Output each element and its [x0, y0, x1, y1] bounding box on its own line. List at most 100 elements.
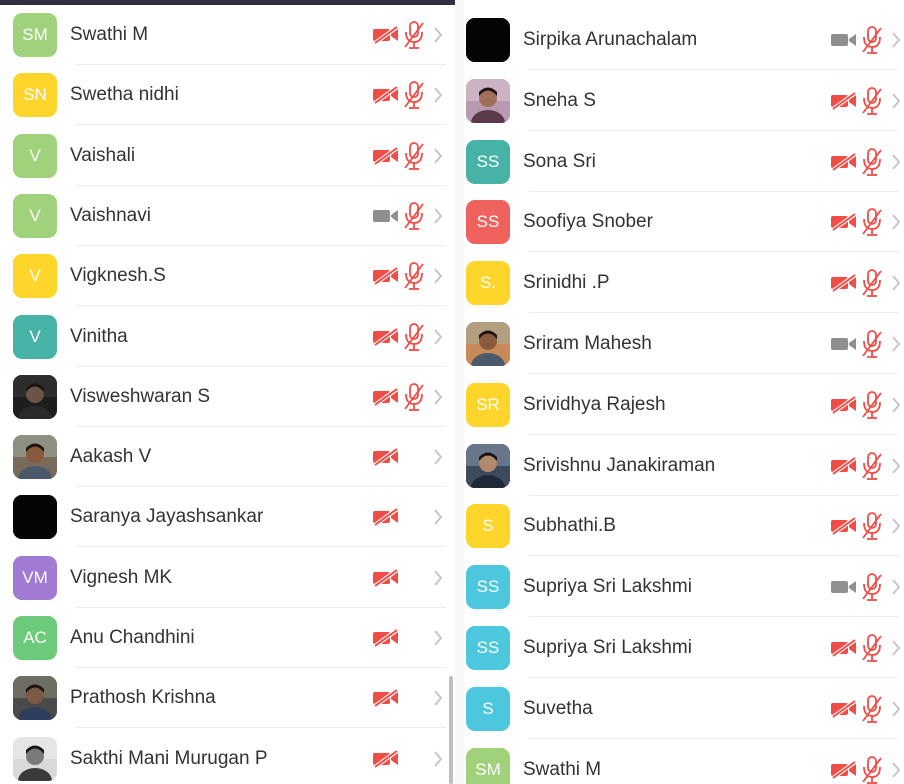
avatar-photo [13, 435, 57, 480]
chevron-right-icon[interactable] [433, 207, 443, 225]
participant-row-soofiya-snober[interactable]: SS Soofiya Snober [463, 192, 903, 253]
avatar-initials: S. [466, 261, 510, 306]
chevron-right-icon[interactable] [891, 396, 901, 414]
chevron-right-icon[interactable] [433, 86, 443, 104]
chevron-right-icon[interactable] [891, 761, 901, 779]
chevron-right-icon[interactable] [433, 448, 443, 466]
mic-muted-icon [403, 141, 425, 171]
mic-muted-icon [403, 20, 425, 50]
chevron-right-icon[interactable] [433, 147, 443, 165]
participant-row-anu-chandhini[interactable]: AC Anu Chandhini [10, 608, 450, 668]
participant-row-visweshwaran-s[interactable]: Visweshwaran S [10, 367, 450, 427]
participant-row-srinidhi-p[interactable]: S. Srinidhi .P [463, 253, 903, 314]
participant-name: Aakash V [70, 446, 152, 468]
chevron-right-icon[interactable] [891, 335, 901, 353]
mic-muted-icon [403, 322, 425, 352]
chevron-right-icon[interactable] [891, 578, 901, 596]
participant-name: Saranya Jayashsankar [70, 506, 264, 528]
participant-name: Anu Chandhini [70, 627, 195, 648]
participant-row-saranya-jayashsankar[interactable]: Saranya Jayashsankar [10, 487, 450, 548]
participant-row-swathi-m[interactable]: SM Swathi M [10, 5, 450, 65]
participant-row-supriya-sri-lakshmi[interactable]: SS Supriya Sri Lakshmi [463, 557, 903, 618]
participant-row-supriya-sri-lakshmi[interactable]: SS Supriya Sri Lakshmi [463, 618, 903, 678]
participant-name: Suvetha [523, 697, 593, 719]
video-off-icon [830, 151, 858, 172]
participant-row-vinitha[interactable]: V Vinitha [10, 307, 450, 367]
avatar-photo [13, 676, 57, 721]
participant-list-right[interactable]: Sirpika Arunachalam Sneha S SS Sona Sri SS So… [455, 0, 904, 784]
participant-row-sona-sri[interactable]: SS Sona Sri [463, 132, 903, 192]
participant-row-prathosh-krishna[interactable]: Prathosh Krishna [10, 668, 450, 729]
avatar-initials: SM [466, 747, 510, 784]
participant-row-subhathi-b[interactable]: S Subhathi.B [463, 496, 903, 557]
participant-row-sneha-s[interactable]: Sneha S [463, 71, 903, 131]
chevron-right-icon[interactable] [891, 639, 901, 657]
chevron-right-icon[interactable] [891, 31, 901, 49]
avatar-initials: V [13, 193, 57, 238]
participant-name: Sakthi Mani Murugan P [70, 747, 268, 769]
video-off-icon [372, 25, 400, 45]
video-off-icon [372, 266, 400, 286]
participant-row-srivishnu-janakiraman[interactable]: Srivishnu Janakiraman [463, 436, 903, 496]
participant-row-vignesh-mk[interactable]: VM Vignesh MK [10, 548, 450, 608]
participant-row-vaishali[interactable]: V Vaishali [10, 126, 450, 186]
participant-row-sriram-mahesh[interactable]: Sriram Mahesh [463, 314, 903, 374]
scrollbar-thumb[interactable] [449, 676, 453, 784]
mic-muted-icon [403, 201, 425, 231]
participant-list-left[interactable]: SM Swathi M SN Swetha nidhi V Vaishali V Vaishn… [0, 0, 455, 784]
video-on-icon [372, 206, 400, 226]
participant-name: Swathi M [70, 24, 149, 45]
participant-row-sakthi-mani-murugan-p[interactable]: Sakthi Mani Murugan P [10, 729, 450, 784]
avatar-initials: V [13, 133, 57, 178]
chevron-right-icon[interactable] [433, 569, 443, 587]
mic-muted-icon [861, 329, 883, 359]
mic-muted-icon [861, 694, 883, 724]
avatar-initials: SS [466, 139, 510, 184]
chevron-right-icon[interactable] [433, 26, 443, 44]
chevron-right-icon[interactable] [433, 388, 443, 406]
avatar-initials: SM [13, 13, 57, 57]
video-on-icon [830, 334, 858, 354]
participant-name: Sneha S [523, 89, 596, 111]
participant-row-srividhya-rajesh[interactable]: SR Srividhya Rajesh [463, 375, 903, 435]
chevron-right-icon[interactable] [433, 508, 443, 526]
participant-name: Supriya Sri Lakshmi [523, 637, 692, 658]
participant-row-aakash-v[interactable]: Aakash V [10, 427, 450, 488]
chevron-right-icon[interactable] [891, 92, 901, 110]
video-off-icon [830, 759, 858, 780]
participant-name: Vaishnavi [70, 204, 151, 226]
avatar-photo [466, 322, 510, 366]
chevron-right-icon[interactable] [433, 750, 443, 768]
avatar-initials: AC [13, 616, 57, 660]
avatar-initials: V [13, 254, 57, 299]
chevron-right-icon[interactable] [891, 457, 901, 475]
participant-row-vaishnavi[interactable]: V Vaishnavi [10, 186, 450, 246]
participant-row-suvetha[interactable]: S Suvetha [463, 679, 903, 739]
participant-row-vigknesh-s[interactable]: V Vigknesh.S [10, 246, 450, 307]
avatar-initials: SS [466, 626, 510, 670]
video-off-icon [830, 395, 858, 415]
chevron-right-icon[interactable] [433, 267, 443, 285]
participant-row-swetha-nidhi[interactable]: SN Swetha nidhi [10, 65, 450, 126]
chevron-right-icon[interactable] [891, 517, 901, 535]
participant-row-swathi-m[interactable]: SM Swathi M [463, 740, 903, 784]
participant-name: Sona Sri [523, 150, 596, 172]
chevron-right-icon[interactable] [891, 700, 901, 718]
mic-muted-icon [861, 633, 883, 663]
participant-name: Supriya Sri Lakshmi [523, 576, 692, 598]
video-on-icon [830, 577, 858, 597]
chevron-right-icon[interactable] [433, 629, 443, 647]
mic-muted-icon [403, 80, 425, 110]
chevron-right-icon[interactable] [433, 328, 443, 346]
mic-muted-icon [861, 207, 883, 237]
video-off-icon [830, 638, 858, 658]
video-off-icon [372, 326, 400, 347]
chevron-right-icon[interactable] [433, 689, 443, 707]
chevron-right-icon[interactable] [891, 213, 901, 231]
chevron-right-icon[interactable] [891, 153, 901, 171]
participant-row-sirpika-arunachalam[interactable]: Sirpika Arunachalam [463, 10, 903, 70]
participant-name: Visweshwaran S [70, 385, 211, 407]
video-off-icon [372, 145, 400, 166]
chevron-right-icon[interactable] [891, 274, 901, 292]
avatar-photo [13, 495, 57, 540]
